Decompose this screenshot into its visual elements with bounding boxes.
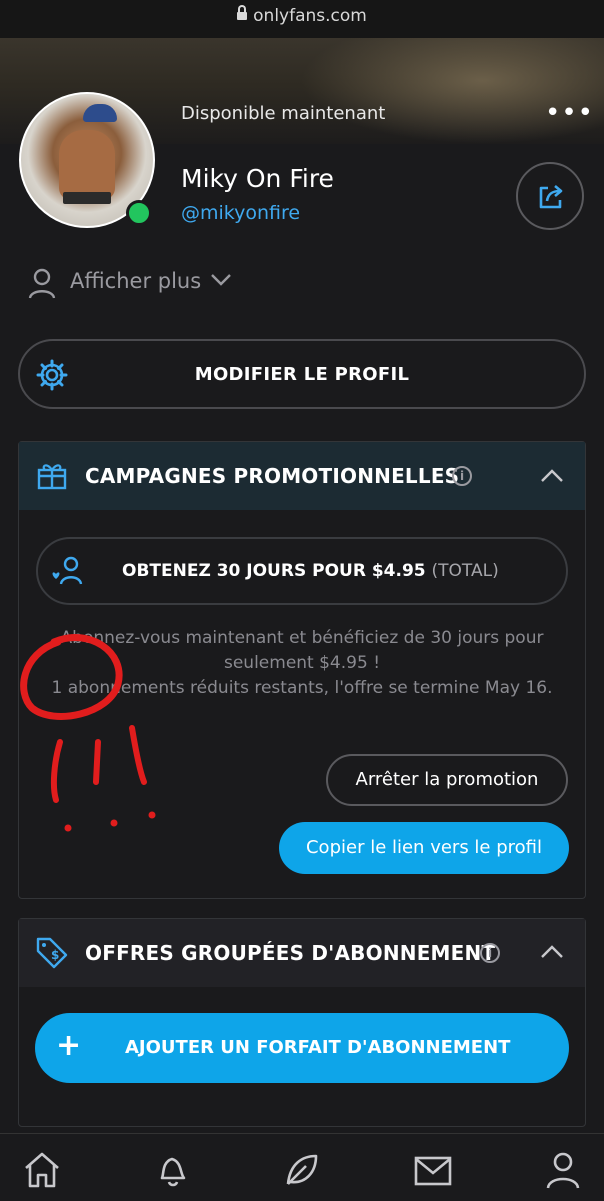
home-icon[interactable] [22,1150,62,1190]
mail-icon[interactable] [413,1150,453,1190]
edit-profile-label: MODIFIER LE PROFIL [194,364,410,385]
online-indicator [126,200,152,226]
chevron-up-icon[interactable] [540,468,564,484]
profile-name: Miky On Fire [181,164,334,193]
promotions-title: CAMPAGNES PROMOTIONNELLES [85,464,460,488]
avatar-torso [59,130,115,200]
info-icon[interactable]: i [452,466,472,486]
availability-status: Disponible maintenant [181,103,386,124]
chevron-down-icon[interactable] [210,273,232,287]
red-annotation-marks [20,634,156,832]
profile-icon[interactable] [543,1150,583,1190]
bundles-title: OFFRES GROUPÉES D'ABONNEMENT [85,941,496,965]
share-icon [539,185,563,209]
plus-icon: + [56,1028,82,1063]
svg-text:$: $ [51,948,59,962]
info-icon[interactable]: i [480,943,500,963]
more-icon[interactable]: ••• [545,100,594,126]
show-more-link[interactable]: Afficher plus [70,269,201,293]
lock-icon [237,5,248,20]
add-bundle-label: AJOUTER UN FORFAIT D'ABONNEMENT [125,1037,511,1058]
url-text: onlyfans.com [253,6,367,26]
bell-icon[interactable] [152,1150,192,1190]
promo-offer-main: OBTENEZ 30 JOURS POUR $4.95 [122,561,426,581]
share-button[interactable] [516,162,584,230]
user-heart-icon [52,556,83,585]
promo-offer-text: OBTENEZ 30 JOURS POUR $4.95 (TOTAL) [122,561,499,581]
stop-promotion-button[interactable]: Arrêter la promotion [326,754,568,806]
user-icon [28,268,56,299]
profile-handle[interactable]: @mikyonfire [181,202,300,224]
url-text-row: onlyfans.com [0,5,604,26]
promo-offer-suffix: (TOTAL) [431,561,499,581]
leaf-icon[interactable] [282,1150,322,1190]
avatar-detail [63,192,111,204]
avatar-cap [83,104,117,122]
edit-profile-button[interactable]: MODIFIER LE PROFIL [18,339,586,409]
copy-profile-link-button[interactable]: Copier le lien vers le profil [279,822,569,874]
gift-icon [37,464,67,490]
chevron-up-icon[interactable] [540,944,564,960]
tag-dollar-icon: $ [36,937,68,969]
